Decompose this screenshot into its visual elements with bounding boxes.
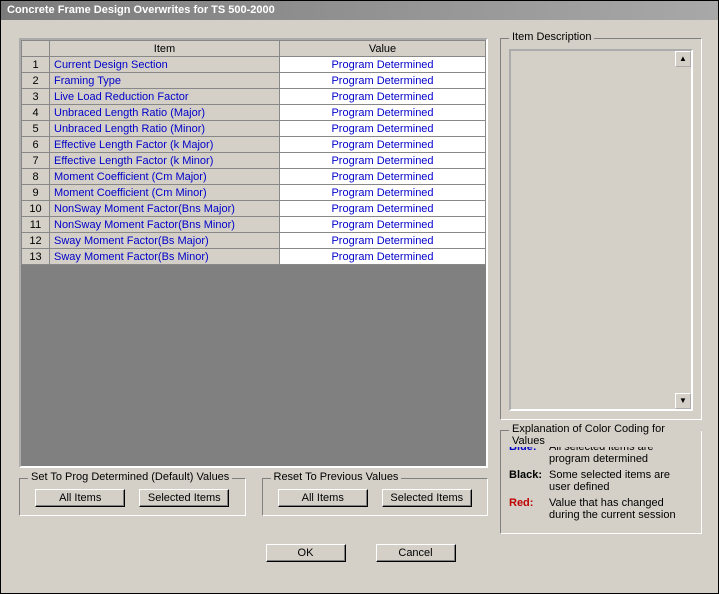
titlebar[interactable]: Concrete Frame Design Overwrites for TS … [1,1,718,20]
content-area: Item Value 1Current Design SectionProgra… [1,20,718,593]
reset-all-button[interactable]: All Items [278,489,368,507]
row-number: 10 [22,201,50,217]
reset-prev-group: Reset To Previous Values All Items Selec… [262,478,489,516]
row-number: 2 [22,73,50,89]
row-number: 12 [22,233,50,249]
table-row[interactable]: 9Moment Coefficient (Cm Minor)Program De… [22,185,486,201]
grid-header-value[interactable]: Value [280,41,486,57]
table-row[interactable]: 13Sway Moment Factor(Bs Minor)Program De… [22,249,486,265]
row-number: 5 [22,121,50,137]
grid-header-item[interactable]: Item [50,41,280,57]
item-description-group: Item Description ▲ ▼ [500,38,702,420]
item-cell[interactable]: Effective Length Factor (k Major) [50,137,280,153]
row-number: 1 [22,57,50,73]
explanation-text: Value that has changed during the curren… [549,497,693,521]
grid-header-row: Item Value [22,41,486,57]
set-prog-legend: Set To Prog Determined (Default) Values [28,471,232,483]
explanation-legend: Explanation of Color Coding for Values [509,423,701,447]
table-row[interactable]: 10NonSway Moment Factor(Bns Major)Progra… [22,201,486,217]
set-prog-group: Set To Prog Determined (Default) Values … [19,478,246,516]
value-cell[interactable]: Program Determined [280,217,486,233]
scroll-up-icon[interactable]: ▲ [675,51,691,67]
cancel-button[interactable]: Cancel [376,544,456,562]
item-cell[interactable]: NonSway Moment Factor(Bns Major) [50,201,280,217]
row-number: 11 [22,217,50,233]
scroll-down-icon[interactable]: ▼ [675,393,691,409]
item-description-legend: Item Description [509,31,594,43]
row-number: 3 [22,89,50,105]
item-cell[interactable]: Unbraced Length Ratio (Minor) [50,121,280,137]
value-cell[interactable]: Program Determined [280,89,486,105]
explanation-row: Red:Value that has changed during the cu… [509,497,693,521]
explanation-label: Black: [509,469,549,493]
value-cell[interactable]: Program Determined [280,233,486,249]
table-row[interactable]: 12Sway Moment Factor(Bs Major)Program De… [22,233,486,249]
dialog-window: Concrete Frame Design Overwrites for TS … [0,0,719,594]
reset-selected-button[interactable]: Selected Items [382,489,472,507]
explanation-text: Some selected items are user defined [549,469,693,493]
row-number: 8 [22,169,50,185]
row-number: 7 [22,153,50,169]
reset-prev-legend: Reset To Previous Values [271,471,402,483]
overwrites-grid[interactable]: Item Value 1Current Design SectionProgra… [19,38,488,468]
item-cell[interactable]: Effective Length Factor (k Minor) [50,153,280,169]
value-cell[interactable]: Program Determined [280,249,486,265]
item-cell[interactable]: Sway Moment Factor(Bs Minor) [50,249,280,265]
value-cell[interactable]: Program Determined [280,185,486,201]
value-cell[interactable]: Program Determined [280,57,486,73]
value-cell[interactable]: Program Determined [280,201,486,217]
row-number: 6 [22,137,50,153]
table-row[interactable]: 1Current Design SectionProgram Determine… [22,57,486,73]
value-cell[interactable]: Program Determined [280,73,486,89]
value-cell[interactable]: Program Determined [280,169,486,185]
ok-button[interactable]: OK [266,544,346,562]
set-prog-all-button[interactable]: All Items [35,489,125,507]
grid-empty-area [21,265,486,468]
table-row[interactable]: 6Effective Length Factor (k Major)Progra… [22,137,486,153]
item-cell[interactable]: Current Design Section [50,57,280,73]
row-number: 4 [22,105,50,121]
item-cell[interactable]: Moment Coefficient (Cm Major) [50,169,280,185]
grid-header-blank [22,41,50,57]
table-row[interactable]: 4Unbraced Length Ratio (Major)Program De… [22,105,486,121]
table-row[interactable]: 5Unbraced Length Ratio (Minor)Program De… [22,121,486,137]
row-number: 9 [22,185,50,201]
item-description-box[interactable]: ▲ ▼ [509,49,693,411]
set-prog-selected-button[interactable]: Selected Items [139,489,229,507]
item-cell[interactable]: Unbraced Length Ratio (Major) [50,105,280,121]
value-cell[interactable]: Program Determined [280,105,486,121]
table-row[interactable]: 2Framing TypeProgram Determined [22,73,486,89]
table-row[interactable]: 3Live Load Reduction FactorProgram Deter… [22,89,486,105]
table-row[interactable]: 11NonSway Moment Factor(Bns Minor)Progra… [22,217,486,233]
explanation-group: Explanation of Color Coding for Values B… [500,430,702,534]
item-cell[interactable]: NonSway Moment Factor(Bns Minor) [50,217,280,233]
value-cell[interactable]: Program Determined [280,121,486,137]
value-cell[interactable]: Program Determined [280,137,486,153]
explanation-row: Black:Some selected items are user defin… [509,469,693,493]
item-cell[interactable]: Framing Type [50,73,280,89]
table-row[interactable]: 7Effective Length Factor (k Minor)Progra… [22,153,486,169]
table-row[interactable]: 8Moment Coefficient (Cm Major)Program De… [22,169,486,185]
value-cell[interactable]: Program Determined [280,153,486,169]
explanation-label: Red: [509,497,549,521]
item-cell[interactable]: Live Load Reduction Factor [50,89,280,105]
item-cell[interactable]: Moment Coefficient (Cm Minor) [50,185,280,201]
item-cell[interactable]: Sway Moment Factor(Bs Major) [50,233,280,249]
row-number: 13 [22,249,50,265]
